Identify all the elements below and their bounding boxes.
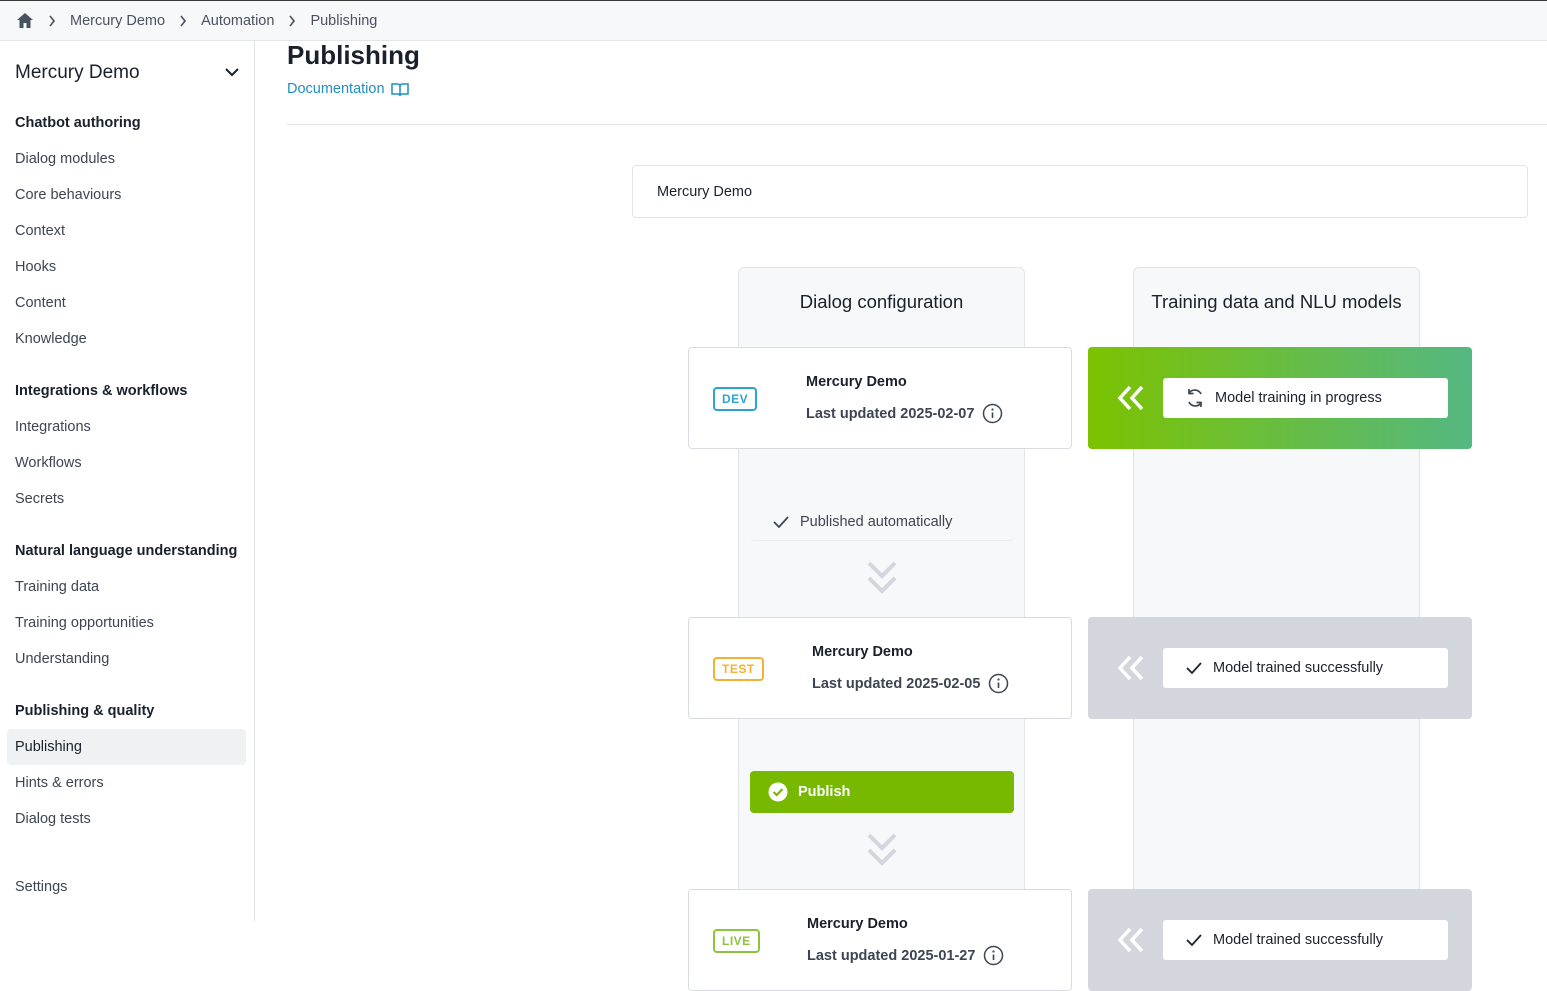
double-chevron-left-icon[interactable] (1116, 925, 1146, 955)
model-card-live: Model trained successfully (1088, 889, 1472, 991)
documentation-link-label: Documentation (287, 81, 385, 97)
sidebar-item-dialog-modules[interactable]: Dialog modules (7, 141, 246, 177)
env-name: Mercury Demo (807, 916, 908, 932)
sidebar-item-knowledge[interactable]: Knowledge (7, 321, 246, 357)
double-chevron-down-icon (866, 832, 898, 866)
check-icon (772, 515, 790, 529)
env-name: Mercury Demo (812, 644, 913, 660)
column-title-nlu: Training data and NLU models (1151, 291, 1402, 312)
sidebar-item-secrets[interactable]: Secrets (7, 481, 246, 517)
breadcrumb: Mercury Demo Automation Publishing (0, 0, 1547, 41)
sidebar-section-integrations: Integrations & workflows (15, 383, 188, 399)
model-status-test: Model trained successfully (1163, 648, 1448, 688)
double-chevron-down-icon (866, 560, 898, 594)
sidebar-item-training-opportunities[interactable]: Training opportunities (7, 605, 246, 641)
env-updated: Last updated 2025-02-07 (806, 403, 1003, 424)
env-card-live: LIVE Mercury Demo Last updated 2025-01-2… (688, 889, 1072, 991)
project-name: Mercury Demo (15, 62, 140, 83)
env-updated: Last updated 2025-01-27 (807, 945, 1004, 966)
breadcrumb-automation[interactable]: Automation (201, 13, 274, 29)
env-updated-label: Last updated 2025-02-05 (812, 675, 981, 692)
model-card-test: Model trained successfully (1088, 617, 1472, 719)
project-selector[interactable]: Mercury Demo (15, 61, 240, 85)
sidebar-item-publishing[interactable]: Publishing (7, 729, 246, 765)
home-icon[interactable] (16, 12, 34, 30)
env-name: Mercury Demo (806, 374, 907, 390)
check-icon (1185, 933, 1203, 947)
model-status-label: Model trained successfully (1213, 660, 1384, 676)
sidebar-item-dialog-tests[interactable]: Dialog tests (7, 801, 246, 837)
info-icon[interactable] (982, 403, 1003, 424)
model-status-dev: Model training in progress (1163, 378, 1448, 418)
model-status-label: Model training in progress (1215, 390, 1382, 406)
publish-button-label: Publish (798, 784, 851, 800)
breadcrumb-project[interactable]: Mercury Demo (70, 13, 165, 29)
info-icon[interactable] (988, 673, 1009, 694)
project-name-box: Mercury Demo (632, 165, 1528, 218)
env-badge-live: LIVE (713, 929, 760, 953)
sidebar-item-settings[interactable]: Settings (7, 869, 246, 905)
env-badge-dev: DEV (713, 387, 758, 411)
env-card-test: TEST Mercury Demo Last updated 2025-02-0… (688, 617, 1072, 719)
published-automatically-label: Published automatically (800, 513, 953, 530)
sidebar-item-workflows[interactable]: Workflows (7, 445, 246, 481)
documentation-link[interactable]: Documentation (287, 81, 409, 97)
chevron-right-icon (48, 15, 56, 27)
env-badge-test: TEST (713, 657, 764, 681)
page-title: Publishing (287, 40, 420, 70)
model-card-dev: Model training in progress (1088, 347, 1472, 449)
published-automatically: Published automatically (750, 503, 1014, 540)
check-circle-icon (768, 782, 788, 802)
book-icon (390, 82, 409, 97)
publish-button[interactable]: Publish (750, 771, 1014, 813)
double-chevron-left-icon[interactable] (1116, 383, 1146, 413)
info-icon[interactable] (983, 945, 1004, 966)
env-card-dev: DEV Mercury Demo Last updated 2025-02-07 (688, 347, 1072, 449)
sidebar-item-hooks[interactable]: Hooks (7, 249, 246, 285)
env-updated-label: Last updated 2025-01-27 (807, 947, 976, 964)
sidebar-item-integrations[interactable]: Integrations (7, 409, 246, 445)
breadcrumb-current: Publishing (310, 12, 378, 29)
sidebar-section-chatbot-authoring: Chatbot authoring (15, 115, 141, 131)
model-status-live: Model trained successfully (1163, 920, 1448, 960)
chevron-right-icon (288, 15, 296, 27)
sidebar-section-publishing-quality: Publishing & quality (15, 703, 155, 719)
sidebar-section-nlu: Natural language understanding (15, 543, 238, 559)
env-updated: Last updated 2025-02-05 (812, 673, 1009, 694)
sidebar-item-core-behaviours[interactable]: Core behaviours (7, 177, 246, 213)
sidebar-item-context[interactable]: Context (7, 213, 246, 249)
column-title-dialog: Dialog configuration (799, 291, 964, 312)
env-updated-label: Last updated 2025-02-07 (806, 405, 975, 422)
sidebar-item-hints-errors[interactable]: Hints & errors (7, 765, 246, 801)
chevron-down-icon (224, 64, 240, 82)
sidebar-item-understanding[interactable]: Understanding (7, 641, 246, 677)
chevron-right-icon (179, 15, 187, 27)
check-icon (1185, 661, 1203, 675)
sidebar: Mercury Demo Chatbot authoring Dialog mo… (0, 41, 255, 921)
double-chevron-left-icon[interactable] (1116, 653, 1146, 683)
sidebar-item-training-data[interactable]: Training data (7, 569, 246, 605)
refresh-icon (1185, 387, 1205, 409)
header-divider (287, 124, 1547, 125)
sidebar-item-content[interactable]: Content (7, 285, 246, 321)
model-status-label: Model trained successfully (1213, 932, 1384, 948)
